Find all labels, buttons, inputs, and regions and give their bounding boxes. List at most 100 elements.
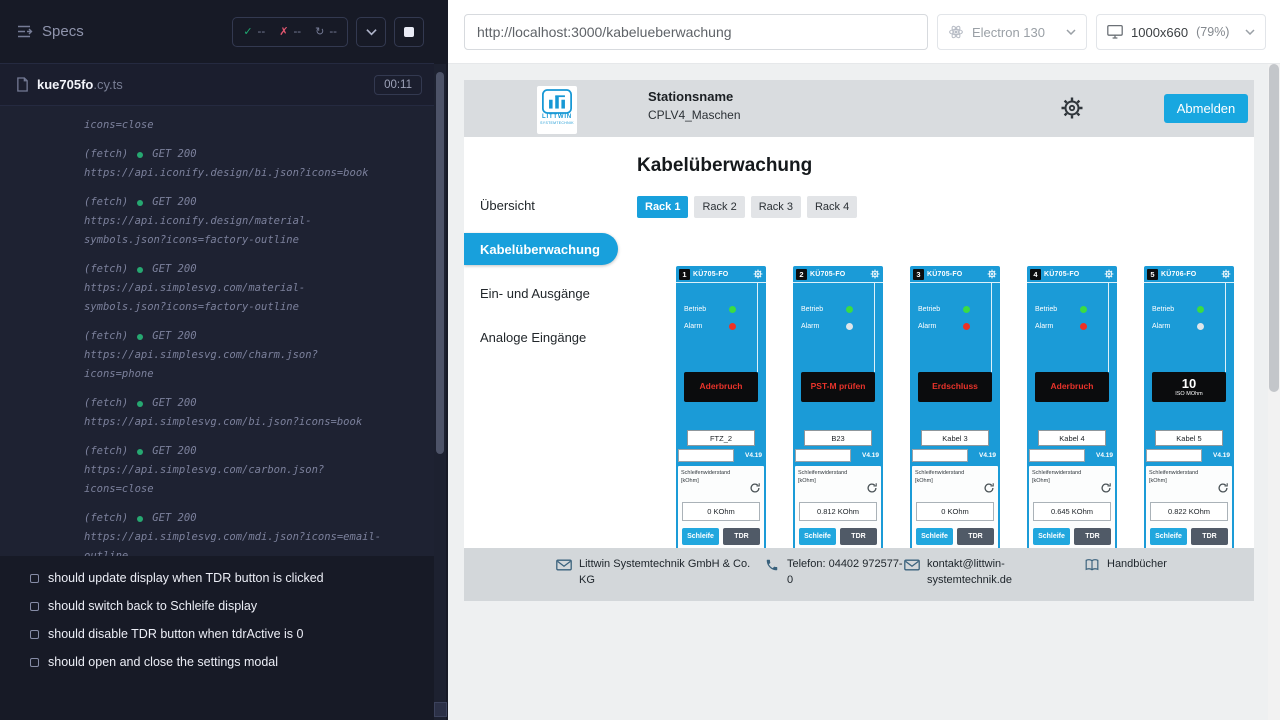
specs-list-icon	[16, 23, 33, 40]
rack-tab[interactable]: Rack 4	[807, 196, 857, 218]
test-case[interactable]: should update display when TDR button is…	[0, 564, 434, 592]
test-case[interactable]: should open and close the settings modal	[0, 648, 434, 676]
tdr-button[interactable]: TDR	[723, 528, 760, 545]
stop-tests-button[interactable]	[394, 17, 424, 47]
device-display: Aderbruch	[1035, 372, 1109, 402]
cable-input[interactable]	[912, 449, 968, 462]
sidebar-item[interactable]: Kabelüberwachung	[464, 233, 618, 265]
viewport-selector[interactable]: 1000x660 (79%)	[1096, 14, 1266, 50]
alarm-led	[1080, 323, 1087, 330]
schleife-button[interactable]: Schleife	[682, 528, 719, 545]
schleife-button[interactable]: Schleife	[799, 528, 836, 545]
device-settings-icon[interactable]	[1221, 269, 1231, 279]
cable-name-field[interactable]: Kabel 4	[1038, 430, 1106, 446]
stop-icon	[404, 27, 414, 37]
card-divider	[991, 283, 992, 372]
refresh-icon[interactable]	[983, 482, 995, 494]
request-url: https://api.iconify.design/bi.json?icons…	[84, 164, 414, 183]
tdr-button[interactable]: TDR	[957, 528, 994, 545]
device-settings-icon[interactable]	[753, 269, 763, 279]
test-case[interactable]: should switch back to Schleife display	[0, 592, 434, 620]
device-card-header: 4 KÜ705-FO	[1027, 266, 1117, 283]
cable-input[interactable]	[1146, 449, 1202, 462]
chevron-down-icon	[1066, 29, 1076, 35]
device-model: KÜ705-FO	[1044, 271, 1079, 278]
sidebar-item[interactable]: Übersicht	[464, 189, 630, 221]
footer-phone-text: Telefon: 04402 972577-0	[787, 557, 904, 589]
refresh-icon[interactable]	[1100, 482, 1112, 494]
browser-selector[interactable]: Electron 130	[937, 14, 1087, 50]
spec-file-icon	[16, 77, 29, 92]
network-request-log[interactable]: (fetch) GET 200 https://api.simplesvg.co…	[84, 327, 414, 384]
reporter-scroll-corner[interactable]	[434, 702, 447, 717]
network-request-log[interactable]: (fetch) GET 200 https://api.simplesvg.co…	[84, 260, 414, 317]
network-request-log[interactable]: (fetch) GET 200 https://api.simplesvg.co…	[84, 394, 414, 432]
alarm-led-row: Alarm	[1035, 323, 1087, 330]
sidebar-item-label: Ein- und Ausgänge	[480, 286, 590, 301]
test-title: should open and close the settings modal	[48, 655, 278, 669]
card-divider	[874, 283, 875, 372]
alarm-led	[729, 323, 736, 330]
reporter-scrollbar[interactable]	[434, 64, 446, 720]
tdr-button[interactable]: TDR	[840, 528, 877, 545]
test-title: should switch back to Schleife display	[48, 599, 257, 613]
tdr-button[interactable]: TDR	[1191, 528, 1228, 545]
settings-gear-icon[interactable]	[1060, 96, 1084, 120]
status-dot-icon	[137, 401, 143, 407]
footer-email[interactable]: kontakt@littwin-systemtechnik.de	[904, 557, 1019, 589]
schleife-button[interactable]: Schleife	[916, 528, 953, 545]
cable-name-field[interactable]: FTZ_2	[687, 430, 755, 446]
betrieb-led-row: Betrieb	[918, 306, 970, 313]
refresh-icon[interactable]	[749, 482, 761, 494]
request-status-line: (fetch) GET 200	[84, 260, 414, 279]
network-request-log[interactable]: (fetch) GET 200 https://api.simplesvg.co…	[84, 442, 414, 499]
cable-name-field[interactable]: Kabel 3	[921, 430, 989, 446]
kue-device-card: 2 KÜ705-FO Betrieb Alarm PST-M prüfen B2…	[793, 266, 883, 548]
cable-name-field[interactable]: B23	[804, 430, 872, 446]
device-settings-icon[interactable]	[987, 269, 997, 279]
mail-icon	[556, 558, 572, 572]
reporter-scrollbar-thumb[interactable]	[436, 72, 444, 454]
rack-tab[interactable]: Rack 1	[637, 196, 688, 218]
schleife-button[interactable]: Schleife	[1150, 528, 1187, 545]
footer-manuals-link[interactable]: Handbücher	[1084, 557, 1167, 573]
device-cards: 1 KÜ705-FO Betrieb Alarm Aderbruch FTZ_2…	[676, 266, 1234, 548]
page-scrollbar[interactable]	[1268, 64, 1280, 720]
footer-email-text: kontakt@littwin-systemtechnik.de	[927, 557, 1019, 589]
network-request-log[interactable]: (fetch) GET 200 https://api.iconify.desi…	[84, 193, 414, 250]
footer-manuals-text: Handbücher	[1107, 557, 1167, 573]
refresh-icon[interactable]	[1217, 482, 1229, 494]
viewport-size: 1000x660	[1131, 25, 1188, 40]
cable-input[interactable]	[1029, 449, 1085, 462]
firmware-version: V4.19	[979, 452, 998, 459]
test-case[interactable]: should disable TDR button when tdrActive…	[0, 620, 434, 648]
request-status: GET 200	[152, 327, 196, 346]
rack-tab[interactable]: Rack 2	[694, 196, 744, 218]
request-type: (fetch)	[84, 442, 128, 461]
alarm-label: Alarm	[684, 323, 702, 330]
measurement-value: 0 KOhm	[682, 502, 760, 521]
cable-name-field[interactable]: Kabel 5	[1155, 430, 1223, 446]
request-type: (fetch)	[84, 509, 128, 528]
collapse-log-button[interactable]	[356, 17, 386, 47]
sidebar-item[interactable]: Analoge Eingänge	[464, 321, 630, 353]
rack-tab[interactable]: Rack 3	[751, 196, 801, 218]
spec-filename[interactable]: kue705fo.cy.ts	[37, 77, 123, 92]
logout-button[interactable]: Abmelden	[1164, 94, 1248, 123]
tdr-button[interactable]: TDR	[1074, 528, 1111, 545]
specs-nav-button[interactable]: Specs	[16, 23, 84, 40]
page-scrollbar-thumb[interactable]	[1269, 64, 1279, 392]
firmware-version: V4.19	[862, 452, 881, 459]
device-settings-icon[interactable]	[1104, 269, 1114, 279]
refresh-icon[interactable]	[866, 482, 878, 494]
schleife-button[interactable]: Schleife	[1033, 528, 1070, 545]
status-dot-icon	[137, 267, 143, 273]
status-dot-icon	[137, 449, 143, 455]
cable-input[interactable]	[795, 449, 851, 462]
address-bar[interactable]: http://localhost:3000/kabelueberwachung	[464, 14, 928, 50]
sidebar-item[interactable]: Ein- und Ausgänge	[464, 277, 630, 309]
network-request-log[interactable]: (fetch) GET 200 https://api.iconify.desi…	[84, 145, 414, 183]
cable-input[interactable]	[678, 449, 734, 462]
network-request-log[interactable]: (fetch) GET 200 https://api.simplesvg.co…	[84, 509, 414, 556]
device-settings-icon[interactable]	[870, 269, 880, 279]
